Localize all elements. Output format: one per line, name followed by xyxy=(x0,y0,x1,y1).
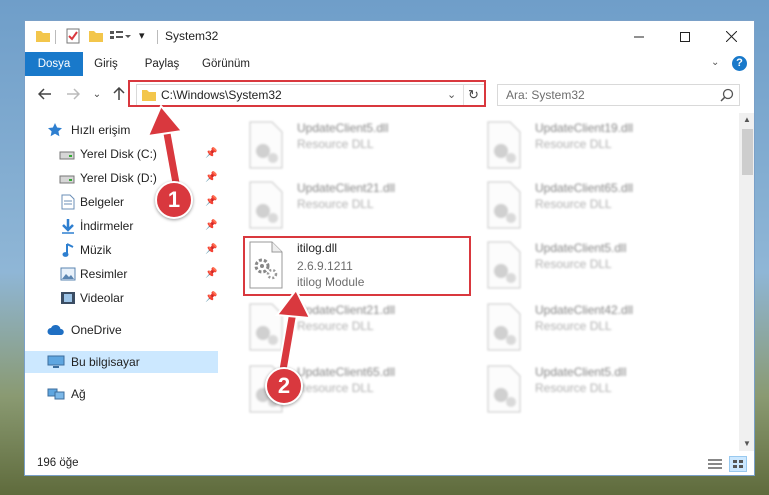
arrow-1 xyxy=(146,104,184,189)
step-1-badge: 1 xyxy=(155,181,193,219)
step-2-badge: 2 xyxy=(265,367,303,405)
arrow-2 xyxy=(275,288,312,376)
annotation-arrows xyxy=(146,104,312,376)
